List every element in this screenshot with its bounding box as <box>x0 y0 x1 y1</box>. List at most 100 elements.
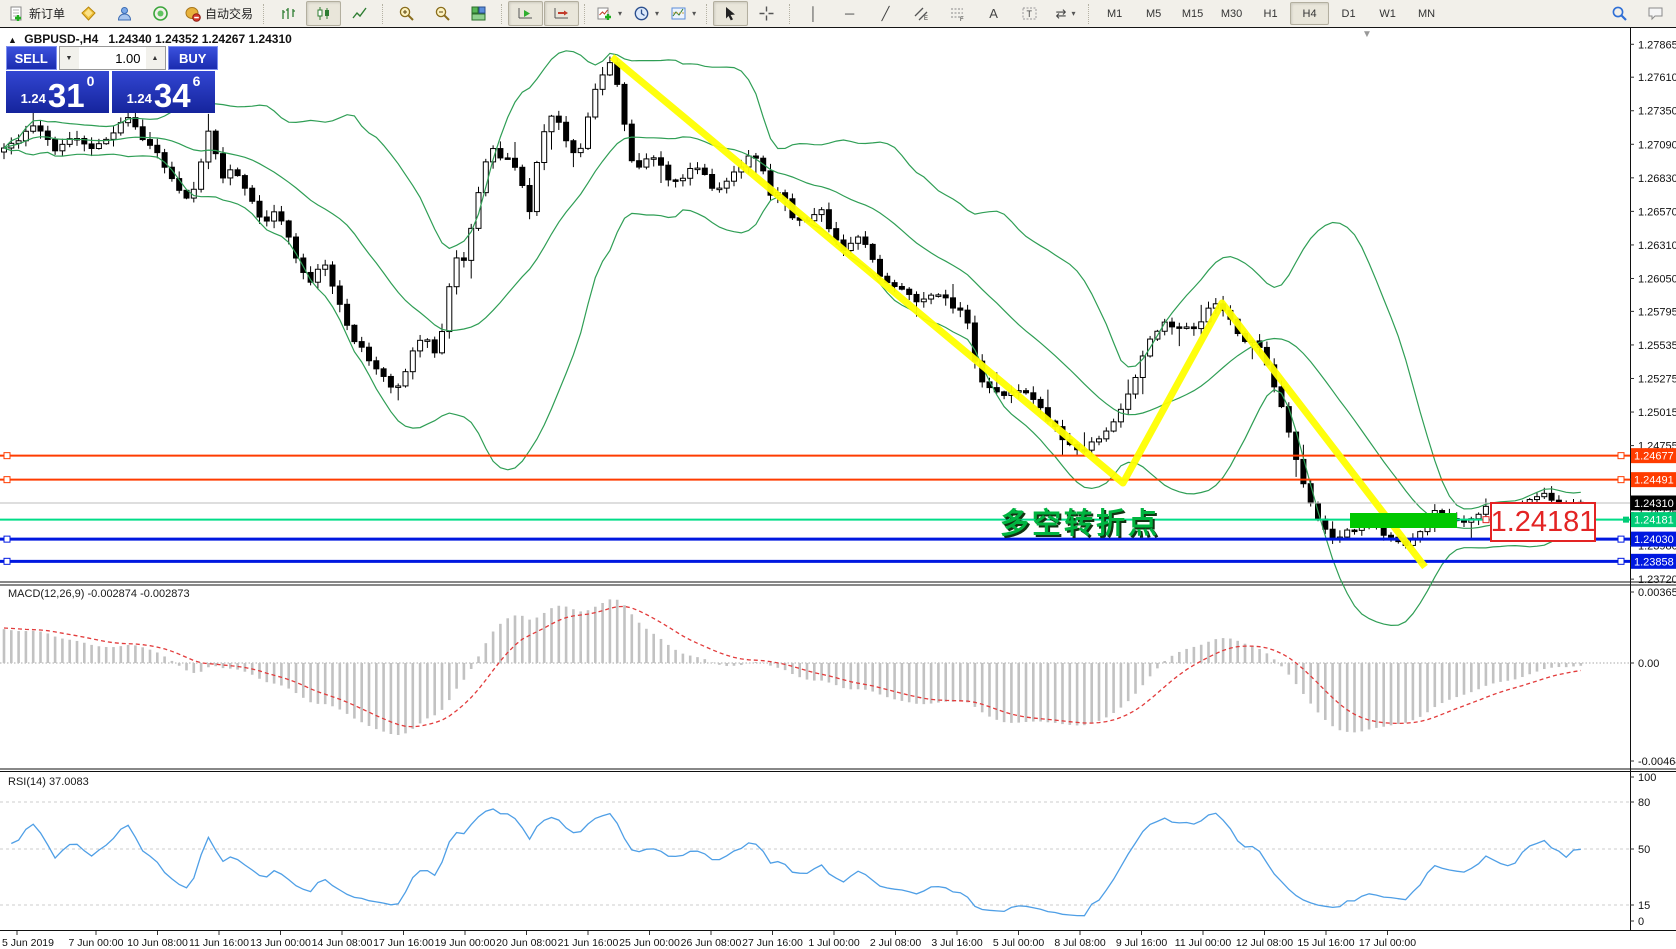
zoom-out-icon <box>434 5 451 22</box>
time-tick-label: 19 Jun 00:00 <box>435 937 496 949</box>
separator <box>263 4 265 24</box>
fibonacci-tool[interactable]: F <box>940 1 975 26</box>
tab-timeframe-D1[interactable]: D1 <box>1329 2 1368 25</box>
separator <box>501 4 503 24</box>
trendline-tool[interactable]: ╱ <box>868 1 903 26</box>
tab-timeframe-H1[interactable]: H1 <box>1251 2 1290 25</box>
tile-windows-icon <box>470 5 487 22</box>
text-tool[interactable]: A <box>976 1 1011 26</box>
sell-price-display[interactable]: 1.24 31 0 <box>6 71 109 113</box>
mt4-window: { "toolbar": { "new_order_label": "新订单",… <box>0 0 1676 949</box>
yellow-trendline[interactable] <box>612 57 1425 567</box>
time-tick-label: 12 Jul 08:00 <box>1236 937 1293 949</box>
auto-trading-button[interactable]: 自动交易 <box>179 1 258 26</box>
sell-price-prefix: 1.24 <box>21 91 46 106</box>
chat-icon <box>1647 5 1664 22</box>
sell-price-pipette: 0 <box>87 73 95 89</box>
callout-anchor[interactable] <box>1623 517 1629 523</box>
search-icon <box>1611 5 1628 22</box>
line-handle[interactable] <box>4 558 10 564</box>
time-tick-label: 15 Jul 16:00 <box>1297 937 1354 949</box>
community-button[interactable] <box>107 1 142 26</box>
auto-scroll-button[interactable] <box>508 1 543 26</box>
bar-chart-button[interactable] <box>270 1 305 26</box>
time-tick-label: 1 Jul 00:00 <box>808 937 860 949</box>
horizontal-line-tool[interactable]: ─ <box>832 1 867 26</box>
chart-canvas[interactable]: 1.278651.276101.273501.270901.268301.265… <box>0 0 1676 949</box>
arrows-tool[interactable]: ⇄ ▾ <box>1048 1 1083 26</box>
dropdown-caret-icon[interactable]: ▾ <box>655 9 659 18</box>
line-handle[interactable] <box>1618 536 1624 542</box>
time-tick-label: 2 Jul 08:00 <box>870 937 922 949</box>
turning-point-annotation[interactable]: 多空转折点 <box>1000 500 1160 542</box>
tab-timeframe-M30[interactable]: M30 <box>1212 2 1251 25</box>
price-tag-label: 1.24030 <box>1634 534 1674 546</box>
time-tick-label: 26 Jun 08:00 <box>681 937 742 949</box>
text-label-tool[interactable]: T <box>1012 1 1047 26</box>
price-tick-label: 1.25275 <box>1638 373 1676 385</box>
collapse-triangle-icon[interactable]: ▲ <box>8 35 17 45</box>
tab-timeframe-MN[interactable]: MN <box>1407 2 1446 25</box>
line-handle[interactable] <box>1618 558 1624 564</box>
channel-tool[interactable]: E <box>904 1 939 26</box>
callout-anchor[interactable] <box>1483 517 1489 523</box>
vline-icon: │ <box>810 7 818 20</box>
cursor-tool-button[interactable] <box>713 1 748 26</box>
dropdown-caret-icon[interactable]: ▾ <box>1072 9 1076 18</box>
line-handle[interactable] <box>4 536 10 542</box>
time-tick-label: 27 Jun 16:00 <box>742 937 803 949</box>
crosshair-icon <box>758 5 775 22</box>
tab-timeframe-M15[interactable]: M15 <box>1173 2 1212 25</box>
tab-timeframe-M5[interactable]: M5 <box>1134 2 1173 25</box>
rsi-axis-label: 0 <box>1638 916 1644 928</box>
tile-windows-button[interactable] <box>461 1 496 26</box>
periods-button[interactable]: ▾ <box>628 1 664 26</box>
dropdown-caret-icon[interactable]: ▾ <box>692 9 696 18</box>
volume-up-button[interactable]: ▲ <box>146 47 165 69</box>
vertical-line-tool[interactable]: │ <box>796 1 831 26</box>
indicators-button[interactable]: ▾ <box>591 1 627 26</box>
line-chart-button[interactable] <box>342 1 377 26</box>
zoom-out-button[interactable] <box>425 1 460 26</box>
templates-button[interactable]: ▾ <box>665 1 701 26</box>
search-button[interactable] <box>1602 1 1637 26</box>
chat-button[interactable] <box>1638 1 1673 26</box>
line-handle[interactable] <box>1618 477 1624 483</box>
scroll-anchor-icon[interactable]: ▼ <box>1362 29 1372 40</box>
text-label-icon: T <box>1021 5 1038 22</box>
time-tick-label: 3 Jul 16:00 <box>931 937 983 949</box>
buy-price-display[interactable]: 1.24 34 6 <box>112 71 215 113</box>
candlestick-chart-button[interactable] <box>306 1 341 26</box>
sell-price-main: 31 <box>48 80 85 111</box>
line-handle[interactable] <box>4 477 10 483</box>
highlight-rectangle[interactable] <box>1350 513 1457 528</box>
tab-timeframe-M1[interactable]: M1 <box>1095 2 1134 25</box>
volume-down-button[interactable]: ▼ <box>60 47 79 69</box>
time-tick-label: 17 Jul 00:00 <box>1359 937 1416 949</box>
chart-shift-icon <box>553 5 570 22</box>
svg-text:T: T <box>1027 9 1033 19</box>
time-tick-label: 5 Jun 2019 <box>2 937 54 949</box>
crosshair-tool-button[interactable] <box>749 1 784 26</box>
line-handle[interactable] <box>1618 453 1624 459</box>
zoom-in-button[interactable] <box>389 1 424 26</box>
tab-timeframe-W1[interactable]: W1 <box>1368 2 1407 25</box>
macd-axis-label: -0.004645 <box>1638 756 1676 768</box>
chart-shift-button[interactable] <box>544 1 579 26</box>
signals-button[interactable] <box>143 1 178 26</box>
buy-button[interactable]: BUY <box>168 46 219 70</box>
line-handle[interactable] <box>4 453 10 459</box>
rsi-line <box>11 809 1581 916</box>
price-tag-label: 1.24677 <box>1634 451 1674 463</box>
sell-button[interactable]: SELL <box>6 46 57 70</box>
buy-price-prefix: 1.24 <box>127 91 152 106</box>
tab-timeframe-H4[interactable]: H4 <box>1290 2 1329 25</box>
rsi-axis-label: 50 <box>1638 844 1650 856</box>
new-order-button[interactable]: 新订单 <box>3 1 70 26</box>
market-watch-button[interactable] <box>71 1 106 26</box>
candlestick-series <box>2 56 1584 548</box>
volume-input[interactable]: 1.00 <box>79 47 146 69</box>
volume-stepper: ▼ 1.00 ▲ <box>59 46 166 70</box>
dropdown-caret-icon[interactable]: ▾ <box>618 9 622 18</box>
price-callout-box[interactable]: 1.24181 <box>1490 502 1596 542</box>
